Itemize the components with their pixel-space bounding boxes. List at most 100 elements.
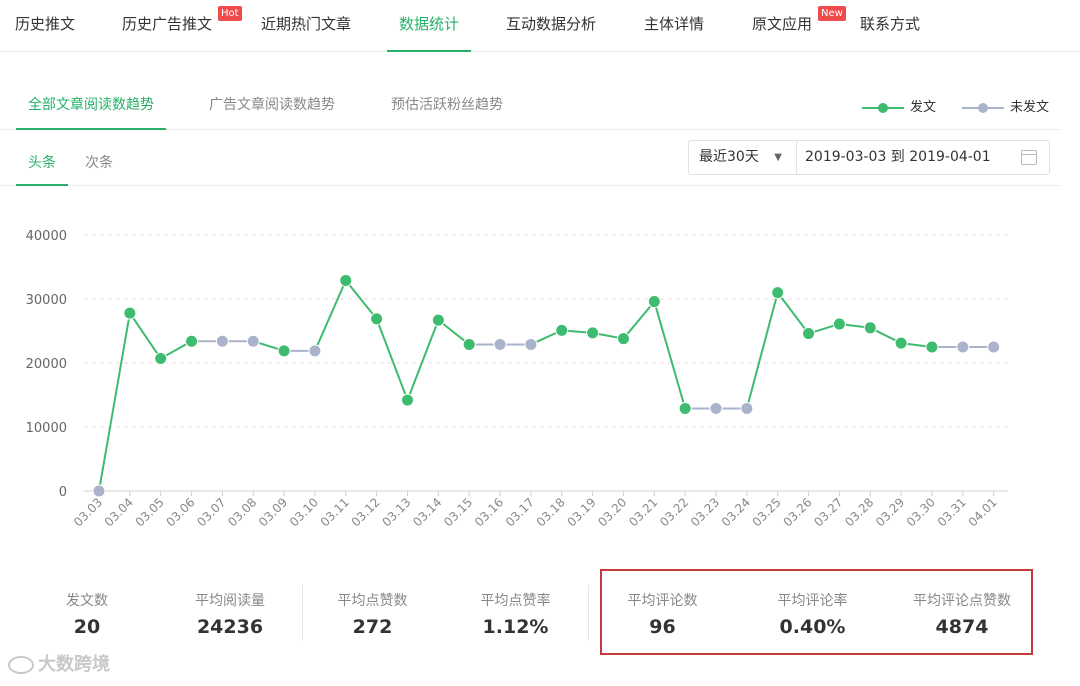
range-select-value: 最近30天 bbox=[699, 149, 759, 165]
stat-label: 平均点赞数 bbox=[337, 593, 408, 609]
x-tick-label: 03.13 bbox=[379, 495, 413, 529]
x-tick-label: 03.17 bbox=[503, 495, 537, 529]
tab-label: 联系方式 bbox=[860, 15, 921, 33]
x-tick-label: 03.21 bbox=[626, 495, 660, 529]
dropdown-arrow-icon: ▼ bbox=[774, 152, 782, 163]
subtab-label: 全部文章阅读数趋势 bbox=[28, 97, 154, 113]
x-tick-label: 03.29 bbox=[873, 495, 907, 529]
data-point[interactable] bbox=[678, 401, 692, 415]
data-point[interactable] bbox=[154, 352, 168, 366]
tab-entity-details[interactable]: 主体详情 bbox=[644, 0, 704, 52]
stat-label: 平均阅读量 bbox=[195, 593, 265, 609]
data-point[interactable] bbox=[431, 313, 445, 327]
y-tick-label: 20000 bbox=[26, 357, 67, 372]
x-tick-label: 03.04 bbox=[102, 495, 136, 529]
position-tab-label: 次条 bbox=[85, 155, 113, 171]
data-point[interactable] bbox=[339, 273, 353, 287]
data-point[interactable] bbox=[894, 336, 908, 350]
tab-label: 历史推文 bbox=[15, 15, 76, 33]
y-tick-label: 10000 bbox=[26, 421, 67, 436]
filter-row: 头条 次条 最近30天 ▼ 2019-03-03 到 2019-04-01 bbox=[0, 140, 1060, 186]
data-point[interactable] bbox=[185, 334, 199, 348]
x-tick-label: 03.20 bbox=[595, 495, 629, 529]
data-point[interactable] bbox=[987, 340, 1001, 354]
stat-value: 272 bbox=[352, 616, 393, 638]
range-select[interactable]: 最近30天 ▼ bbox=[689, 141, 797, 174]
x-tick-label: 03.05 bbox=[133, 495, 167, 529]
tab-ad-articles-trend[interactable]: 广告文章阅读数趋势 bbox=[209, 94, 335, 114]
tab-label: 近期热门文章 bbox=[261, 15, 352, 33]
x-tick-label: 04.01 bbox=[966, 495, 1000, 529]
x-tick-label: 03.03 bbox=[71, 495, 105, 529]
data-point[interactable] bbox=[925, 340, 939, 354]
tab-headline[interactable]: 头条 bbox=[16, 152, 68, 186]
series-segment bbox=[345, 279, 378, 320]
data-point[interactable] bbox=[246, 334, 260, 348]
stat-value: 1.12% bbox=[482, 616, 549, 638]
tab-original-apps[interactable]: 原文应用 bbox=[752, 0, 812, 52]
stat-avg-reads: 平均阅读量 24236 bbox=[170, 590, 290, 638]
x-tick-label: 03.10 bbox=[287, 495, 321, 529]
x-tick-label: 03.23 bbox=[688, 495, 722, 529]
active-tab-underline bbox=[387, 50, 472, 52]
legend-unpublished[interactable]: 未发文 bbox=[962, 96, 1049, 115]
data-point[interactable] bbox=[956, 340, 970, 354]
x-tick-label: 03.24 bbox=[719, 495, 753, 529]
tab-interaction-analysis[interactable]: 互动数据分析 bbox=[506, 0, 596, 52]
data-point[interactable] bbox=[493, 337, 507, 351]
tab-all-articles-trend[interactable]: 全部文章阅读数趋势 bbox=[16, 94, 166, 130]
data-point[interactable] bbox=[215, 334, 229, 348]
data-point[interactable] bbox=[123, 306, 137, 320]
stat-value: 24236 bbox=[196, 616, 264, 638]
series-segment bbox=[653, 301, 687, 409]
tab-label: 互动数据分析 bbox=[506, 15, 597, 33]
watermark: 大数跨境 bbox=[8, 650, 110, 676]
subtab-label: 广告文章阅读数趋势 bbox=[209, 97, 335, 113]
data-point[interactable] bbox=[647, 295, 661, 309]
data-point[interactable] bbox=[308, 344, 322, 358]
data-point[interactable] bbox=[802, 327, 816, 341]
top-navigation: 历史推文 历史广告推文 Hot 近期热门文章 数据统计 互动数据分析 主体详情 … bbox=[0, 0, 1080, 52]
active-position-underline bbox=[16, 184, 68, 186]
subtab-label: 预估活跃粉丝趋势 bbox=[391, 97, 503, 113]
data-point[interactable] bbox=[586, 326, 600, 340]
tab-active-fans-trend[interactable]: 预估活跃粉丝趋势 bbox=[391, 94, 503, 114]
highlight-box bbox=[600, 569, 1033, 655]
tab-label: 历史广告推文 bbox=[122, 15, 213, 33]
calendar-icon[interactable] bbox=[1021, 150, 1037, 165]
tab-history-posts[interactable]: 历史推文 bbox=[15, 0, 75, 52]
data-point[interactable] bbox=[370, 312, 384, 326]
data-point[interactable] bbox=[555, 323, 569, 337]
data-point[interactable] bbox=[863, 321, 877, 335]
x-tick-label: 03.25 bbox=[750, 495, 784, 529]
stat-divider bbox=[302, 585, 303, 641]
data-point[interactable] bbox=[616, 332, 630, 346]
data-point[interactable] bbox=[771, 286, 785, 300]
data-point[interactable] bbox=[740, 401, 754, 415]
tab-recent-hot-articles[interactable]: 近期热门文章 bbox=[261, 0, 351, 52]
x-tick-label: 03.12 bbox=[349, 495, 383, 529]
legend-published[interactable]: 发文 bbox=[862, 96, 936, 115]
x-tick-label: 03.07 bbox=[194, 495, 228, 529]
tab-data-statistics[interactable]: 数据统计 bbox=[387, 0, 472, 52]
x-tick-label: 03.26 bbox=[780, 495, 814, 529]
data-point[interactable] bbox=[524, 337, 538, 351]
tab-history-ad-posts[interactable]: 历史广告推文 bbox=[122, 0, 212, 52]
x-tick-label: 03.27 bbox=[811, 495, 845, 529]
tab-contact[interactable]: 联系方式 bbox=[860, 0, 920, 52]
tab-secondary[interactable]: 次条 bbox=[85, 152, 113, 172]
x-tick-label: 03.11 bbox=[318, 495, 352, 529]
hot-badge: Hot bbox=[218, 6, 242, 21]
y-tick-label: 30000 bbox=[26, 293, 67, 308]
data-point[interactable] bbox=[277, 344, 291, 358]
data-point[interactable] bbox=[709, 401, 723, 415]
tab-label: 数据统计 bbox=[399, 15, 460, 33]
data-point[interactable] bbox=[462, 337, 476, 351]
data-point[interactable] bbox=[401, 393, 414, 407]
x-tick-label: 03.31 bbox=[935, 495, 969, 529]
data-point[interactable] bbox=[832, 317, 846, 331]
stat-avg-like-rate: 平均点赞率 1.12% bbox=[458, 590, 573, 638]
date-range-input[interactable]: 2019-03-03 到 2019-04-01 bbox=[805, 141, 991, 174]
weibo-logo-icon bbox=[8, 656, 34, 674]
data-point[interactable] bbox=[92, 484, 106, 498]
